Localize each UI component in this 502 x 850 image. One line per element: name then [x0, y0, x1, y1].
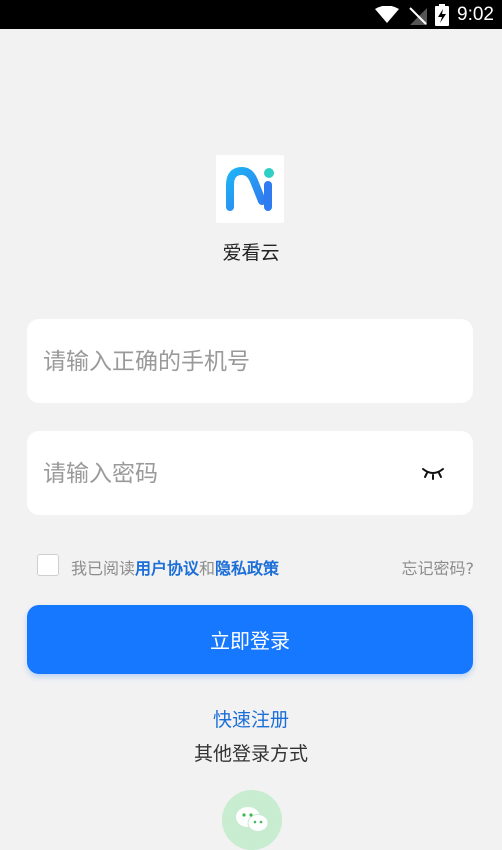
wifi-icon: [375, 5, 400, 23]
app-name: 爱看云: [222, 242, 280, 264]
agreement-checkbox[interactable]: [37, 554, 59, 576]
battery-charging-icon: [435, 3, 450, 26]
agreement-text: 我已阅读用户协议和隐私政策: [71, 555, 279, 579]
no-sim-icon: [409, 6, 428, 25]
agreement-row: 我已阅读用户协议和隐私政策 忘记密码?: [0, 551, 502, 579]
agreement-and: 和: [199, 559, 216, 578]
wechat-icon: [236, 807, 269, 832]
privacy-policy-link[interactable]: 隐私政策: [215, 559, 279, 578]
wechat-login-button[interactable]: [222, 790, 282, 850]
user-agreement-link[interactable]: 用户协议: [135, 559, 199, 578]
phone-field: [27, 319, 473, 405]
status-bar: 9:02: [0, 0, 502, 29]
app-logo: [216, 155, 284, 223]
password-field: [27, 431, 473, 517]
other-login-methods-label: 其他登录方式: [193, 743, 308, 765]
eye-closed-icon[interactable]: [421, 463, 445, 483]
password-input[interactable]: [41, 431, 415, 517]
status-icons: 9:02: [375, 0, 494, 29]
phone-input[interactable]: [41, 319, 415, 405]
login-button[interactable]: 立即登录: [27, 605, 473, 674]
app-logo-icon: [226, 167, 274, 211]
forgot-password-link[interactable]: 忘记密码?: [402, 555, 475, 579]
agreement-prefix: 我已阅读: [71, 559, 136, 578]
quick-register-link[interactable]: 快速注册: [0, 705, 502, 732]
status-time: 9:02: [457, 3, 494, 25]
